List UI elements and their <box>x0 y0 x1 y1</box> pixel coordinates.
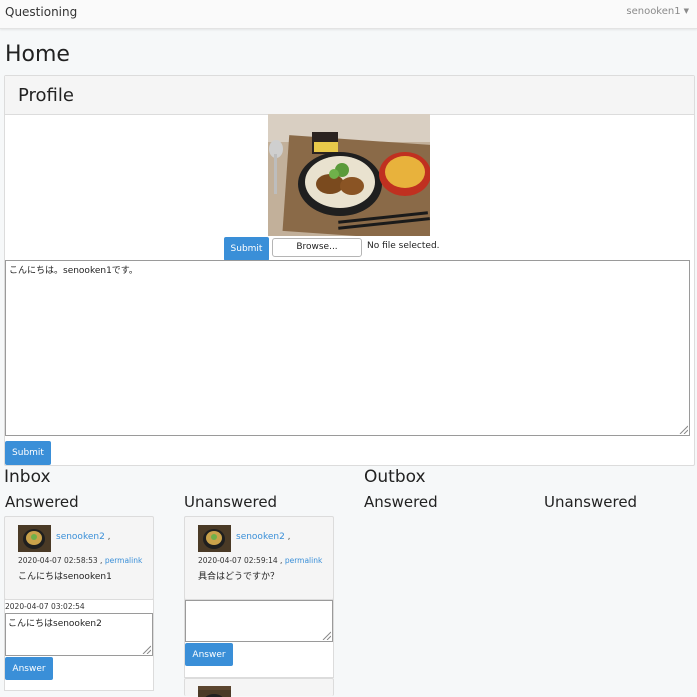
caret-down-icon: ▼ <box>683 7 689 15</box>
answer-timestamp: 2020-04-07 03:02:54 <box>5 602 85 611</box>
answer-button[interactable]: Answer <box>5 657 53 680</box>
outbox-answered-heading: Answered <box>364 493 438 511</box>
question-user-link[interactable]: senooken2 , <box>56 532 111 542</box>
photo-submit-button[interactable]: Submit <box>224 237 269 261</box>
inbox-title: Inbox <box>4 467 51 487</box>
question-text: 具合はどうですか？ <box>198 572 280 582</box>
brand-link[interactable]: Questioning <box>5 5 77 19</box>
answered-question-card: senooken2 , 2020-04-07 02:58:53 , permal… <box>4 516 154 600</box>
question-text: こんにちはsenooken1 <box>18 572 112 582</box>
answer-text: こんにちはsenooken2 <box>8 619 102 629</box>
answer-button[interactable]: Answer <box>185 643 233 666</box>
permalink-link[interactable]: permalink <box>105 556 143 565</box>
profile-panel: Profile Submit Browse... No file selecte… <box>4 75 695 466</box>
unanswered-question-card: senooken2 , 2020-04-07 02:59:14 , permal… <box>184 516 334 600</box>
resize-grip-icon[interactable] <box>141 644 151 654</box>
browse-button[interactable]: Browse... <box>272 238 362 257</box>
permalink-link[interactable]: permalink <box>285 556 323 565</box>
avatar <box>198 525 231 552</box>
bio-textarea[interactable]: こんにちは。senooken1です。 <box>5 260 690 436</box>
bio-text: こんにちは。senooken1です。 <box>9 266 138 276</box>
outbox-unanswered-heading: Unanswered <box>544 493 638 511</box>
profile-heading: Profile <box>18 85 74 106</box>
user-name: senooken1 <box>626 6 681 17</box>
avatar <box>18 525 51 552</box>
answer-textarea[interactable]: こんにちはsenooken2 <box>5 613 153 656</box>
unanswered-question-card-next <box>184 678 334 697</box>
outbox-title: Outbox <box>364 467 426 487</box>
profile-panel-heading: Profile <box>5 76 694 115</box>
question-timestamp: 2020-04-07 02:59:14 , permalink <box>198 556 323 565</box>
bio-submit-button[interactable]: Submit <box>5 441 51 465</box>
page-title: Home <box>5 42 70 67</box>
answer-textarea[interactable] <box>185 600 333 642</box>
resize-grip-icon[interactable] <box>678 424 688 434</box>
avatar <box>198 686 231 697</box>
user-dropdown[interactable]: senooken1 ▼ <box>626 6 689 17</box>
file-status: No file selected. <box>367 241 440 251</box>
question-user-link[interactable]: senooken2 , <box>236 532 291 542</box>
resize-grip-icon[interactable] <box>321 630 331 640</box>
question-timestamp: 2020-04-07 02:58:53 , permalink <box>18 556 143 565</box>
inbox-answered-heading: Answered <box>5 493 79 511</box>
top-navbar: Questioning senooken1 ▼ <box>0 0 697 29</box>
profile-photo <box>268 114 430 236</box>
inbox-unanswered-heading: Unanswered <box>184 493 278 511</box>
